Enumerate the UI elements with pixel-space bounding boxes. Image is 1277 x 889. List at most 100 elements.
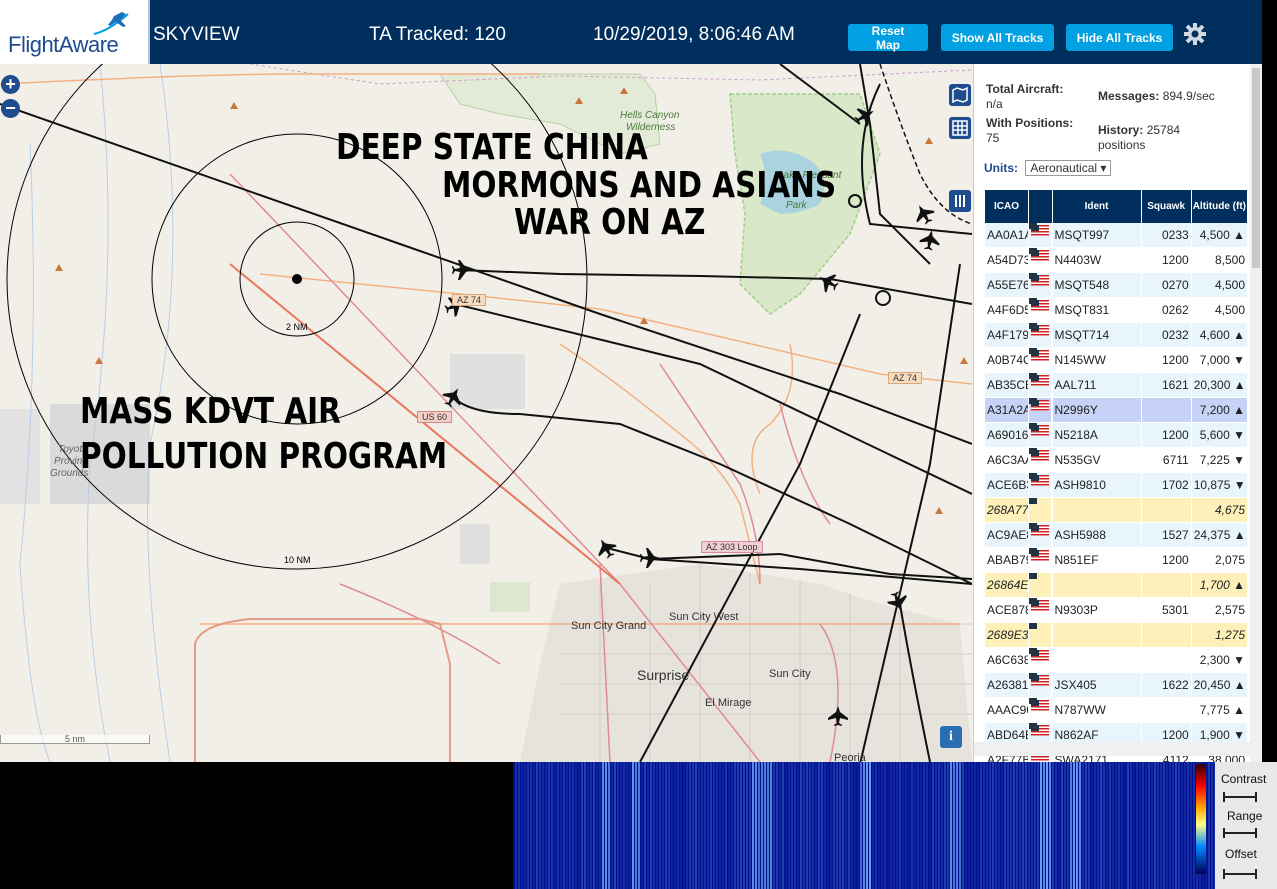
ident-cell: ASH5988 <box>1052 523 1141 548</box>
us-flag-icon <box>1031 725 1049 737</box>
table-row[interactable]: 26864E 1,700 ▲ <box>985 573 1247 598</box>
ident-cell: MSQT831 <box>1052 298 1141 323</box>
table-row[interactable]: A54D73 N4403W 1200 8,500 <box>985 248 1247 273</box>
us-flag-icon <box>1031 525 1049 537</box>
settings-gear-icon[interactable] <box>1183 22 1207 46</box>
flag-cell <box>1029 298 1051 323</box>
zoom-in-button[interactable]: + <box>1 75 20 94</box>
units-select[interactable]: Aeronautical ▾ <box>1025 160 1112 176</box>
collapse-panel-icon[interactable] <box>949 190 971 212</box>
ident-cell: ASH9810 <box>1052 473 1141 498</box>
altitude-cell: 5,600 ▼ <box>1191 423 1247 448</box>
icao-cell: A0B74C <box>985 348 1028 373</box>
table-row[interactable]: AA0A1A MSQT997 0233 4,500 ▲ <box>985 223 1247 248</box>
top-bar: FlightAware SKYVIEW TA Tracked: 120 10/2… <box>0 0 1262 64</box>
us-flag-icon <box>1031 250 1049 262</box>
map-label-hells-canyon: Hells Canyon <box>620 110 680 121</box>
altitude-cell: 4,500 <box>1191 273 1247 298</box>
map-layer-icon[interactable] <box>949 84 971 106</box>
table-row[interactable]: A4F6D5 MSQT831 0262 4,500 <box>985 298 1247 323</box>
col-header-flag[interactable] <box>1029 190 1052 223</box>
col-header-icao[interactable]: ICAO <box>985 190 1028 223</box>
units-value: Aeronautical <box>1030 161 1098 175</box>
icao-cell: A69016 <box>985 423 1028 448</box>
flag-cell <box>1029 348 1051 373</box>
squawk-cell <box>1141 573 1191 598</box>
table-row[interactable]: AC9AE8 ASH5988152724,375 ▲ <box>985 523 1247 548</box>
flag-cell <box>1029 573 1051 598</box>
reset-map-button[interactable]: Reset Map <box>848 24 928 52</box>
table-row[interactable]: A26381 JSX405 1622 20,450 ▲ <box>985 673 1247 698</box>
us-flag-icon <box>1031 700 1049 712</box>
panel-vertical-scrollbar[interactable] <box>1250 64 1262 762</box>
us-flag-icon <box>1031 550 1049 562</box>
table-row[interactable]: A31A2A N2996Y 7,200 ▲ <box>985 398 1247 423</box>
ident-cell: N2996Y <box>1052 398 1141 423</box>
squawk-cell: 1702 <box>1141 473 1191 498</box>
squawk-cell: 0232 <box>1141 323 1191 348</box>
grid-toggle-icon[interactable] <box>949 117 971 139</box>
squawk-cell: 1200 <box>1141 423 1191 448</box>
aircraft-table: ICAO Ident Squawk Altitude (ft) AA0A1A MS… <box>984 190 1248 762</box>
flag-cell <box>1029 448 1051 473</box>
ident-cell: N145WW <box>1052 348 1141 373</box>
scale-bar: 5 nm <box>0 735 150 744</box>
table-row[interactable]: A4F179 MSQT714 0232 4,600 ▲ <box>985 323 1247 348</box>
table-row[interactable]: ACE6B3 ASH9810170210,875 ▼ <box>985 473 1247 498</box>
squawk-cell: 0270 <box>1141 273 1191 298</box>
map-view[interactable]: Hells Canyon Wilderness Lake Pleasant Pa… <box>0 64 972 762</box>
ident-cell <box>1052 573 1141 598</box>
units-row: Units: Aeronautical ▾ <box>984 160 1112 176</box>
hide-all-tracks-button[interactable]: Hide All Tracks <box>1066 24 1173 51</box>
history-value: 25784 <box>1146 123 1181 137</box>
us-flag-icon <box>1031 450 1049 462</box>
logo-text: FlightAware <box>8 32 119 57</box>
overlay-text-line-5: POLLUTION PROGRAM <box>80 436 448 477</box>
flag-cell <box>1029 598 1051 623</box>
squawk-cell <box>1141 398 1191 423</box>
table-row[interactable]: AAAC90 N787WW 7,775 ▲ <box>985 698 1247 723</box>
table-row[interactable]: 268A77 4,675 <box>985 498 1247 523</box>
icao-cell: A31A2A <box>985 398 1028 423</box>
ident-cell: MSQT714 <box>1052 323 1141 348</box>
ident-cell: JSX405 <box>1052 673 1141 698</box>
col-header-squawk[interactable]: Squawk <box>1141 190 1191 223</box>
col-header-altitude[interactable]: Altitude (ft) <box>1191 190 1247 223</box>
range-slider[interactable] <box>1223 828 1257 838</box>
altitude-cell: 7,225 ▼ <box>1191 448 1247 473</box>
info-icon[interactable]: i <box>940 726 962 748</box>
table-row[interactable]: AB35CB AAL711162120,300 ▲ <box>985 373 1247 398</box>
aircraft-table-body: AA0A1A MSQT997 0233 4,500 ▲ A54D73 N4403W 1200… <box>985 223 1247 762</box>
icao-cell: ABAB79 <box>985 548 1028 573</box>
squawk-cell: 1200 <box>1141 348 1191 373</box>
table-row[interactable]: ACE878 N9303P 5301 2,575 <box>985 598 1247 623</box>
ident-cell: N787WW <box>1052 698 1141 723</box>
contrast-slider[interactable] <box>1223 792 1257 802</box>
table-row[interactable]: A69016 N5218A 1200 5,600 ▼ <box>985 423 1247 448</box>
flightaware-logo[interactable]: FlightAware <box>0 0 150 64</box>
us-flag-icon <box>1031 650 1049 662</box>
table-row[interactable]: 2689E3 1,275 <box>985 623 1247 648</box>
altitude-cell: 24,375 ▲ <box>1191 523 1247 548</box>
table-row[interactable]: A6C3AA N535GV67117,225 ▼ <box>985 448 1247 473</box>
table-row[interactable]: A0B74C N145WW 1200 7,000 ▼ <box>985 348 1247 373</box>
flag-cell <box>1029 398 1051 423</box>
app-title: SKYVIEW <box>153 24 240 45</box>
show-all-tracks-button[interactable]: Show All Tracks <box>941 24 1054 51</box>
us-flag-icon <box>1031 275 1049 287</box>
ident-cell: MSQT997 <box>1052 223 1141 248</box>
horizontal-scrollbar[interactable] <box>974 742 1250 756</box>
table-row[interactable]: ABAB79 N851EF 1200 2,075 <box>985 548 1247 573</box>
scrollbar-thumb[interactable] <box>1252 68 1260 268</box>
icao-cell: AA0A1A <box>985 223 1028 248</box>
flag-cell <box>1029 498 1051 523</box>
table-row[interactable]: A6C638 2,300 ▼ <box>985 648 1247 673</box>
flag-cell <box>1029 323 1051 348</box>
table-row[interactable]: A55E76 MSQT548 0270 4,500 <box>985 273 1247 298</box>
zoom-out-button[interactable]: − <box>1 99 20 118</box>
altitude-cell: 4,500 <box>1191 298 1247 323</box>
squawk-cell: 1622 <box>1141 673 1191 698</box>
col-header-ident[interactable]: Ident <box>1052 190 1141 223</box>
offset-slider[interactable] <box>1223 869 1257 879</box>
altitude-cell: 7,200 ▲ <box>1191 398 1247 423</box>
